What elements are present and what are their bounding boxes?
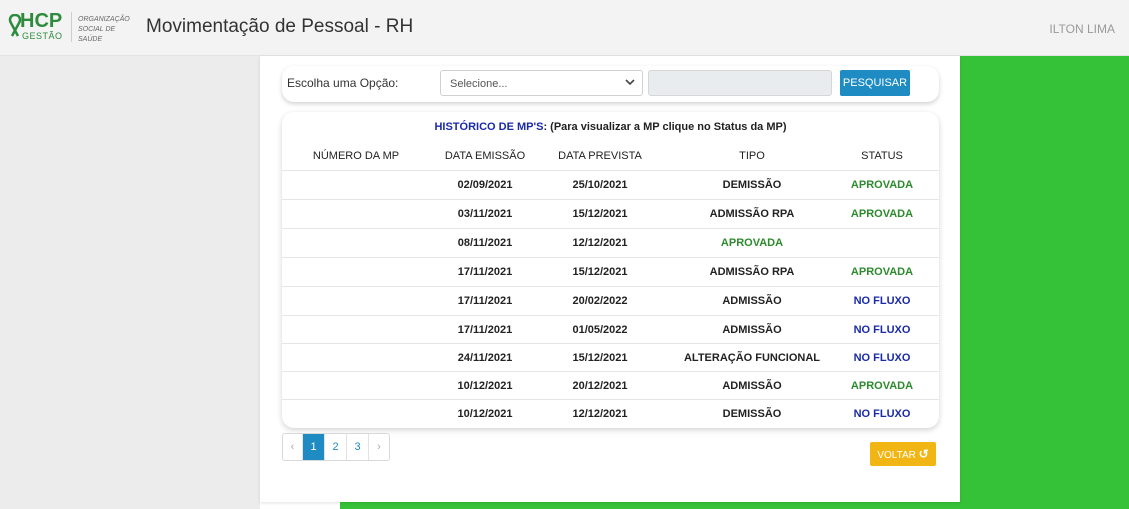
status-link[interactable]: APROVADA <box>662 229 842 258</box>
cell-prevista: 15/12/2021 <box>572 208 628 220</box>
cell-tipo: DEMISSÃO <box>722 179 782 191</box>
cell-tipo: ALTERAÇÃO FUNCIONAL <box>683 352 821 364</box>
cell-numero <box>282 171 430 200</box>
cell-prevista: 15/12/2021 <box>572 266 628 278</box>
table-row: 02/09/2021 25/10/2021 DEMISSÃO APROVADA <box>282 170 939 199</box>
cell-tipo: ADMISSÃO <box>722 295 782 307</box>
org-line-2: SOCIAL DE SAÚDE <box>78 26 116 43</box>
cell-emissao: 17/11/2021 <box>457 295 513 307</box>
status-link[interactable]: APROVADA <box>827 372 937 401</box>
cell-numero <box>282 287 430 316</box>
cell-numero <box>282 344 430 373</box>
status-link[interactable]: NO FLUXO <box>827 344 937 373</box>
cell-numero <box>282 316 430 345</box>
table-row: 17/11/2021 15/12/2021 ADMISSÃO RPA APROV… <box>282 257 939 286</box>
table-caption-title: HISTÓRICO DE MP'S <box>434 121 544 133</box>
col-header-tipo: TIPO <box>739 150 765 162</box>
cell-emissao: 24/11/2021 <box>457 352 513 364</box>
col-header-prevista: DATA PREVISTA <box>558 150 642 162</box>
cell-tipo: ADMISSÃO RPA <box>709 208 795 220</box>
back-button[interactable]: VOLTAR ↺ <box>870 442 936 466</box>
pagination-page-2[interactable]: 2 <box>325 434 347 460</box>
search-input[interactable] <box>648 70 832 96</box>
cell-tipo: ADMISSÃO <box>722 380 782 392</box>
chevron-down-icon[interactable] <box>624 75 636 89</box>
pagination: ‹ 1 2 3 › <box>282 433 390 461</box>
cell-prevista: 12/12/2021 <box>572 408 628 420</box>
org-line-1: ORGANIZAÇÃO <box>78 16 130 23</box>
status-link[interactable]: NO FLUXO <box>827 316 937 345</box>
user-name[interactable]: ILTON LIMA <box>1049 22 1115 36</box>
status-link[interactable]: NO FLUXO <box>827 400 937 429</box>
table-caption: HISTÓRICO DE MP'S: (Para visualizar a MP… <box>282 121 939 133</box>
status-link[interactable]: APROVADA <box>827 171 937 200</box>
cell-prevista: 20/12/2021 <box>572 380 628 392</box>
undo-icon: ↺ <box>918 447 929 461</box>
cell-prevista: 12/12/2021 <box>572 237 628 249</box>
cell-emissao: 02/09/2021 <box>457 179 513 191</box>
cell-emissao: 17/11/2021 <box>457 266 513 278</box>
cell-numero <box>282 200 430 229</box>
cell-tipo: ADMISSÃO RPA <box>709 266 795 278</box>
cell-emissao: 10/12/2021 <box>457 408 513 420</box>
org-tagline: ORGANIZAÇÃO SOCIAL DE SAÚDE <box>78 15 138 45</box>
cell-numero <box>282 400 430 429</box>
cell-emissao: 03/11/2021 <box>457 208 513 220</box>
table-caption-hint: : (Para visualizar a MP clique no Status… <box>543 121 787 133</box>
hcp-logo[interactable]: HCP GESTÃO <box>8 10 70 44</box>
cell-prevista: 15/12/2021 <box>572 352 628 364</box>
cell-prevista: 01/05/2022 <box>572 324 628 336</box>
table-row: 03/11/2021 15/12/2021 ADMISSÃO RPA APROV… <box>282 199 939 228</box>
pagination-page-3[interactable]: 3 <box>347 434 369 460</box>
cell-numero <box>282 229 430 258</box>
pagination-next[interactable]: › <box>369 434 389 460</box>
back-button-label: VOLTAR <box>877 450 916 461</box>
cell-tipo: DEMISSÃO <box>722 408 782 420</box>
pagination-prev[interactable]: ‹ <box>283 434 303 460</box>
cell-emissao: 17/11/2021 <box>457 324 513 336</box>
col-header-emissao: DATA EMISSÃO <box>444 150 526 162</box>
table-row: 17/11/2021 01/05/2022 ADMISSÃO NO FLUXO <box>282 315 939 344</box>
table-row: 17/11/2021 20/02/2022 ADMISSÃO NO FLUXO <box>282 286 939 315</box>
table-row: 08/11/2021 12/12/2021 APROVADA <box>282 228 939 257</box>
table-row: 24/11/2021 15/12/2021 ALTERAÇÃO FUNCIONA… <box>282 343 939 372</box>
pagination-page-1[interactable]: 1 <box>303 434 325 460</box>
logo-text: HCP <box>20 10 63 32</box>
cell-prevista: 25/10/2021 <box>572 179 628 191</box>
filter-label: Escolha uma Opção: <box>287 76 399 90</box>
table-row: 10/12/2021 12/12/2021 DEMISSÃO NO FLUXO <box>282 399 939 428</box>
cell-status <box>827 229 937 258</box>
page-title: Movimentação de Pessoal - RH <box>146 16 414 37</box>
option-select-value[interactable]: Selecione... <box>450 78 507 90</box>
cell-numero <box>282 372 430 401</box>
search-button[interactable]: PESQUISAR <box>840 70 910 96</box>
logo-divider <box>71 12 72 42</box>
status-link[interactable]: APROVADA <box>827 258 937 287</box>
cell-emissao: 10/12/2021 <box>457 380 513 392</box>
cell-emissao: 08/11/2021 <box>457 237 513 249</box>
cell-numero <box>282 258 430 287</box>
status-link[interactable]: APROVADA <box>827 200 937 229</box>
logo-subtext: GESTÃO <box>22 31 63 41</box>
status-link[interactable]: NO FLUXO <box>827 287 937 316</box>
table-header-row: NÚMERO DA MP DATA EMISSÃO DATA PREVISTA … <box>282 142 939 171</box>
table-row: 10/12/2021 20/12/2021 ADMISSÃO APROVADA <box>282 371 939 400</box>
col-header-numero: NÚMERO DA MP <box>312 150 400 162</box>
top-bar: HCP GESTÃO ORGANIZAÇÃO SOCIAL DE SAÚDE M… <box>0 0 1129 56</box>
cell-tipo: ADMISSÃO <box>722 324 782 336</box>
left-panel <box>0 56 260 509</box>
col-header-status: STATUS <box>861 150 903 162</box>
cell-prevista: 20/02/2022 <box>572 295 628 307</box>
